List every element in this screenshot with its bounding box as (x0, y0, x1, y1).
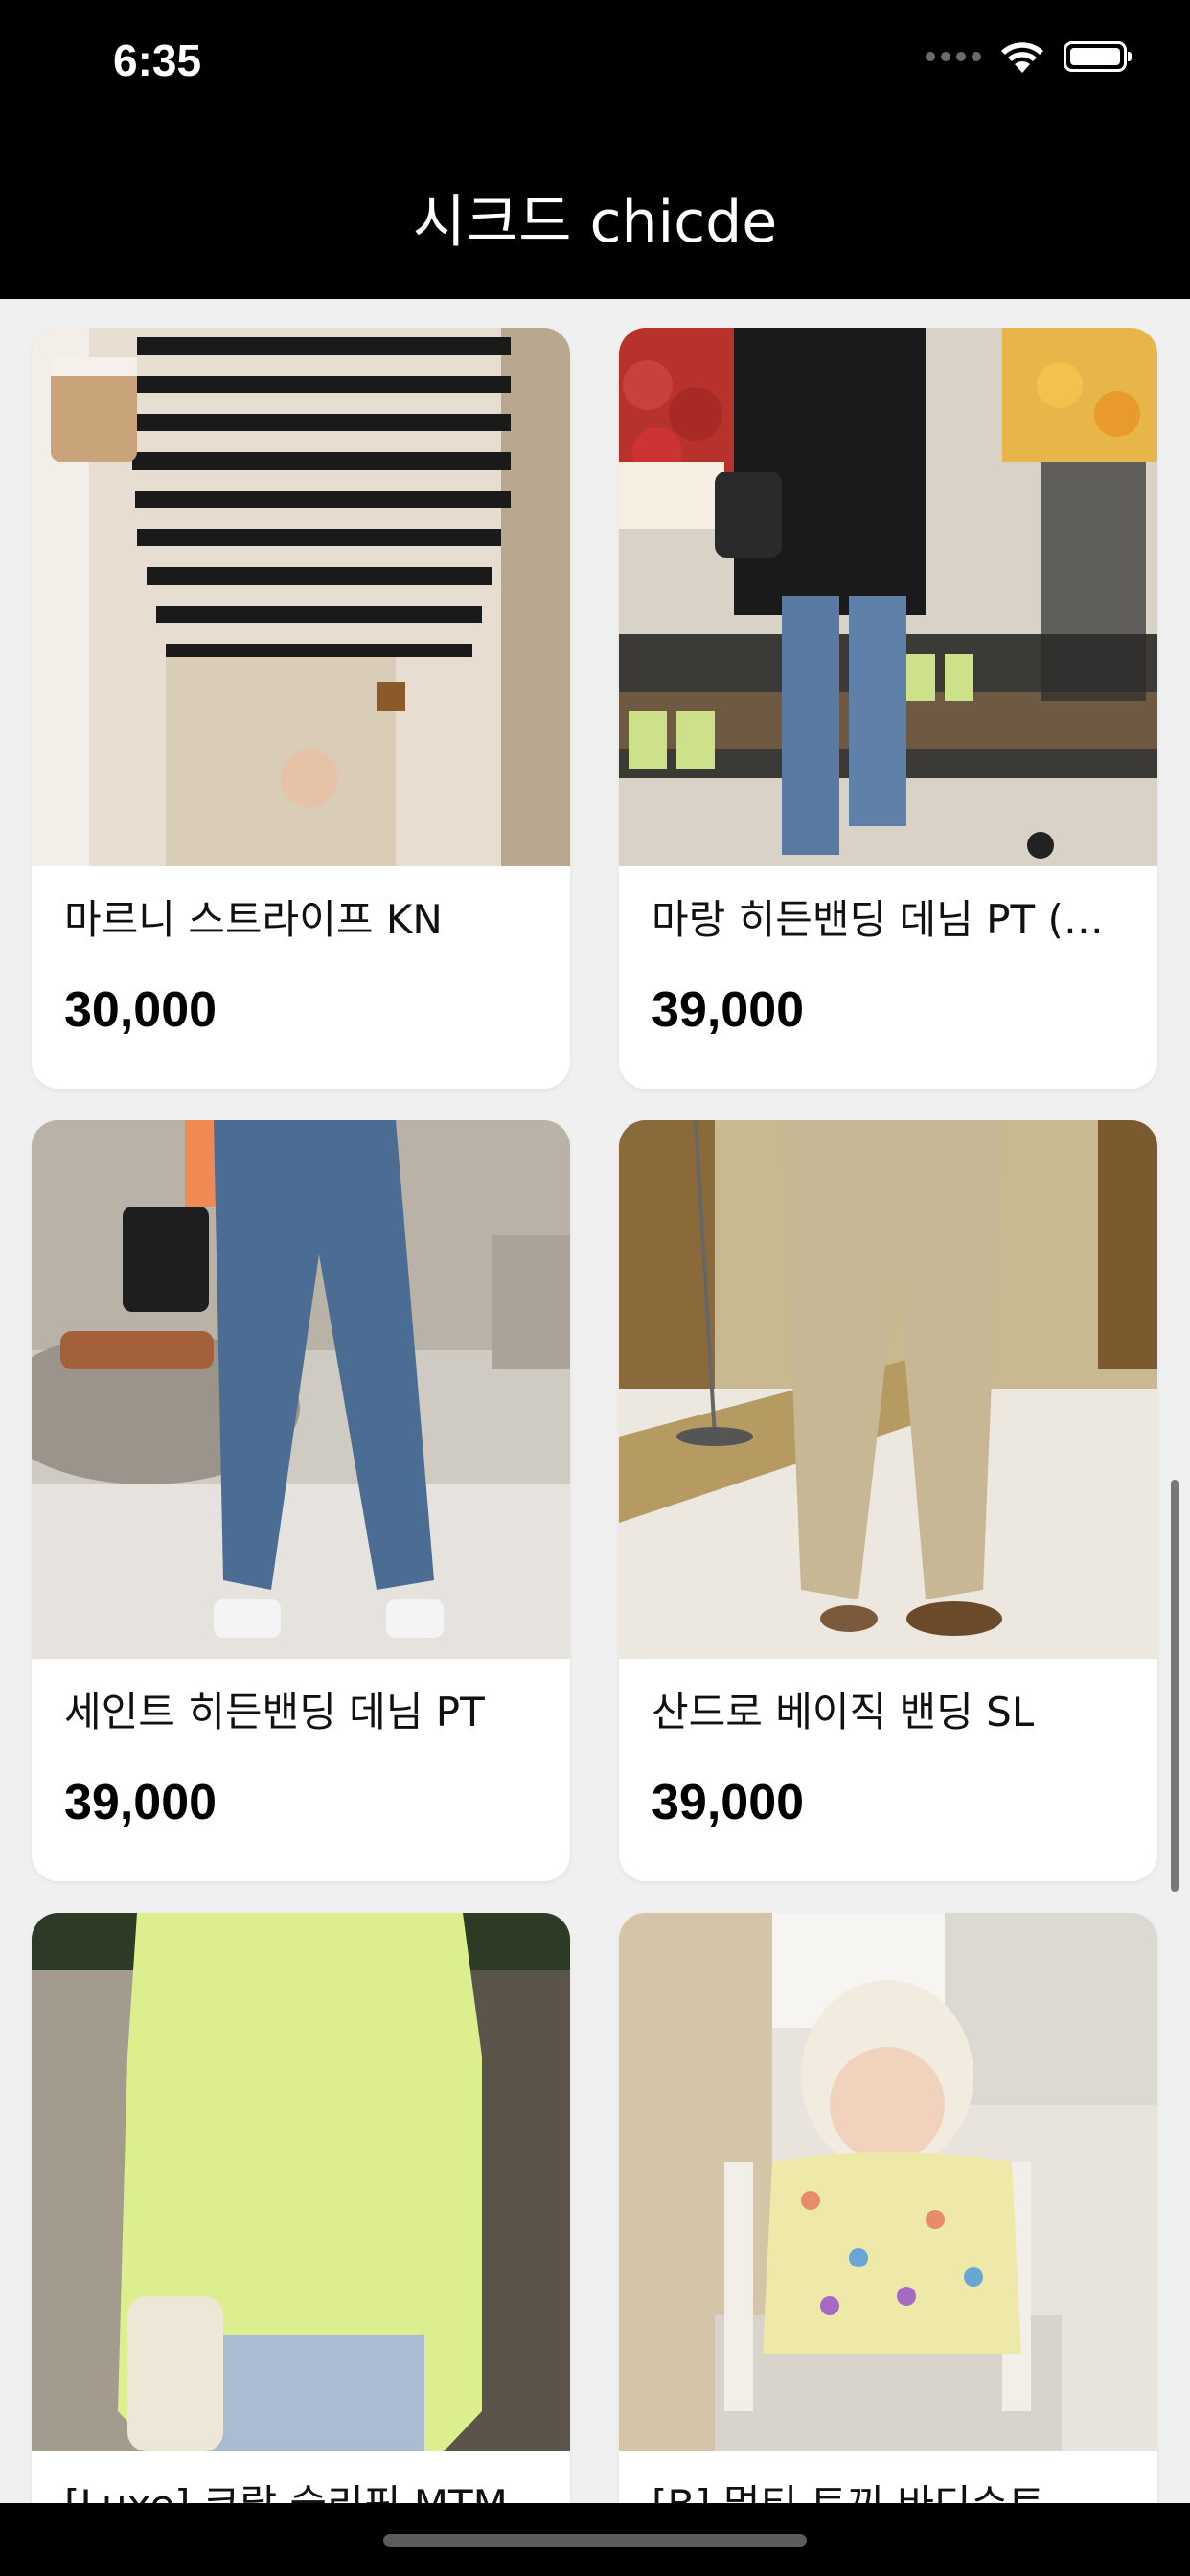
product-image (32, 328, 570, 866)
product-name: 마르니 스트라이프 KN (64, 896, 443, 943)
product-image (32, 1120, 570, 1659)
product-name: 산드로 베이직 밴딩 SL (652, 1689, 1035, 1736)
product-price: 39,000 (652, 1775, 805, 1830)
product-price: 39,000 (652, 982, 805, 1038)
product-name: [Luxe] 코랄 슬리핏 MTM (64, 2472, 543, 2503)
status-bar: 6:35 (0, 0, 1190, 134)
product-name: [B] 멀티 토끼 바디수트 (652, 2472, 1131, 2503)
product-image (619, 1913, 1157, 2451)
product-card[interactable]: 마랑 히든밴딩 데님 PT (… 39,000 (619, 328, 1157, 1089)
product-card[interactable]: [Luxe] 코랄 슬리핏 MTM (32, 1913, 570, 2503)
product-image (619, 1120, 1157, 1659)
product-price: 39,000 (64, 1775, 217, 1830)
signal-icon (926, 52, 981, 61)
product-price: 30,000 (64, 982, 217, 1038)
product-name: 세인트 히든밴딩 데님 PT (64, 1689, 485, 1736)
battery-icon (1064, 41, 1132, 72)
product-grid: 마르니 스트라이프 KN 30,000 마랑 히든밴딩 데님 PT (… 39,… (0, 299, 1190, 2503)
wifi-icon (1000, 40, 1044, 73)
scroll-indicator[interactable] (1171, 1480, 1179, 1892)
product-card[interactable]: 마르니 스트라이프 KN 30,000 (32, 328, 570, 1089)
product-name: 마랑 히든밴딩 데님 PT (… (652, 896, 1104, 943)
product-card[interactable]: [B] 멀티 토끼 바디수트 (619, 1913, 1157, 2503)
product-image (32, 1913, 570, 2451)
nav-bar: 시크드 chicde (0, 134, 1190, 299)
status-time: 6:35 (113, 35, 202, 85)
status-icons (926, 40, 1132, 73)
page-title: 시크드 chicde (412, 188, 778, 256)
product-card[interactable]: 세인트 히든밴딩 데님 PT 39,000 (32, 1120, 570, 1881)
product-card[interactable]: 산드로 베이직 밴딩 SL 39,000 (619, 1120, 1157, 1881)
home-indicator[interactable] (383, 2534, 807, 2547)
product-image (619, 328, 1157, 866)
